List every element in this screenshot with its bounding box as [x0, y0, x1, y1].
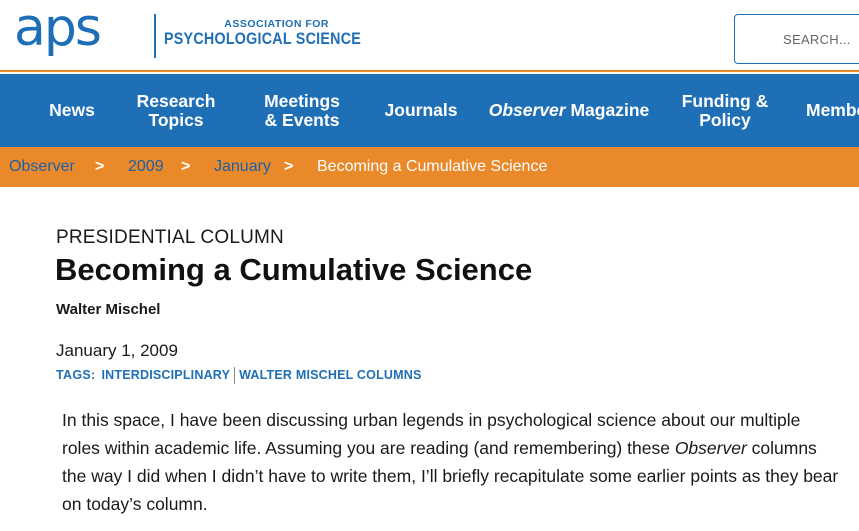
nav-observer-rest: Magazine — [565, 100, 650, 120]
main-nav: News Research Topics Meetings & Events J… — [0, 74, 859, 147]
breadcrumb-current: Becoming a Cumulative Science — [317, 158, 548, 175]
breadcrumb: Observer > 2009 > January > Becoming a C… — [0, 147, 859, 187]
nav-meetings-label: Meetings & Events — [264, 90, 340, 130]
tag-walter-mischel-columns[interactable]: WALTER MISCHEL COLUMNS — [239, 368, 421, 382]
breadcrumb-separator: > — [95, 158, 105, 175]
breadcrumb-separator: > — [284, 158, 294, 175]
article-author: Walter Mischel — [56, 301, 161, 318]
article-date: January 1, 2009 — [56, 341, 178, 360]
breadcrumb-separator: > — [181, 158, 191, 175]
nav-research-line1: Research — [136, 90, 216, 111]
nav-observer-label: Observer Magazine — [489, 101, 650, 120]
tag-interdisciplinary[interactable]: INTERDISCIPLINARY — [101, 368, 230, 382]
nav-news[interactable]: News — [40, 74, 104, 147]
aps-logo[interactable]: aps ASSOCIATION FOR PSYCHOLOGICAL SCIENC… — [14, 2, 361, 66]
search-box[interactable] — [734, 14, 859, 64]
breadcrumb-observer[interactable]: Observer — [9, 147, 75, 187]
aps-logo-mark: aps — [14, 2, 132, 66]
nav-news-label: News — [49, 100, 95, 120]
nav-membership-label: Membe — [806, 100, 859, 120]
search-input[interactable] — [735, 15, 859, 63]
nav-funding-policy[interactable]: Funding & Policy — [676, 74, 774, 147]
nav-research-topics[interactable]: Research Topics — [128, 74, 224, 147]
nav-meetings-line1: Meetings — [264, 90, 340, 111]
breadcrumb-january[interactable]: January — [214, 147, 271, 187]
nav-funding-label: Funding & Policy — [681, 90, 769, 130]
article-body-paragraph: In this space, I have been discussing ur… — [62, 406, 842, 518]
nav-meetings-line2: & Events — [264, 109, 340, 130]
tag-divider — [234, 366, 236, 384]
nav-observer-italic: Observer — [488, 100, 566, 120]
logo-mark-text: aps — [14, 0, 102, 58]
nav-funding-line2: Policy — [699, 109, 751, 130]
nav-observer-magazine[interactable]: Observer Magazine — [489, 74, 650, 147]
nav-research-line2: Topics — [148, 109, 204, 130]
nav-meetings-events[interactable]: Meetings & Events — [256, 74, 348, 147]
logo-wordmark: ASSOCIATION FOR PSYCHOLOGICAL SCIENCE — [164, 18, 399, 49]
nav-journals[interactable]: Journals — [380, 74, 462, 147]
nav-research-label: Research Topics — [136, 90, 216, 130]
breadcrumb-2009[interactable]: 2009 — [128, 147, 164, 187]
logo-line2: PSYCHOLOGICAL SCIENCE — [164, 29, 362, 48]
body-text-italic: Observer — [674, 438, 747, 458]
site-header: aps ASSOCIATION FOR PSYCHOLOGICAL SCIENC… — [0, 0, 859, 72]
article-tags: TAGS: INTERDISCIPLINARY WALTER MISCHEL C… — [56, 366, 422, 384]
nav-funding-line1: Funding & — [681, 90, 769, 111]
column-kicker: PRESIDENTIAL COLUMN — [56, 227, 284, 248]
logo-divider — [154, 14, 156, 58]
tags-label: TAGS: — [56, 368, 96, 382]
nav-membership[interactable]: Membe — [806, 74, 859, 147]
article-title: Becoming a Cumulative Science — [55, 252, 533, 287]
nav-journals-label: Journals — [384, 100, 458, 120]
